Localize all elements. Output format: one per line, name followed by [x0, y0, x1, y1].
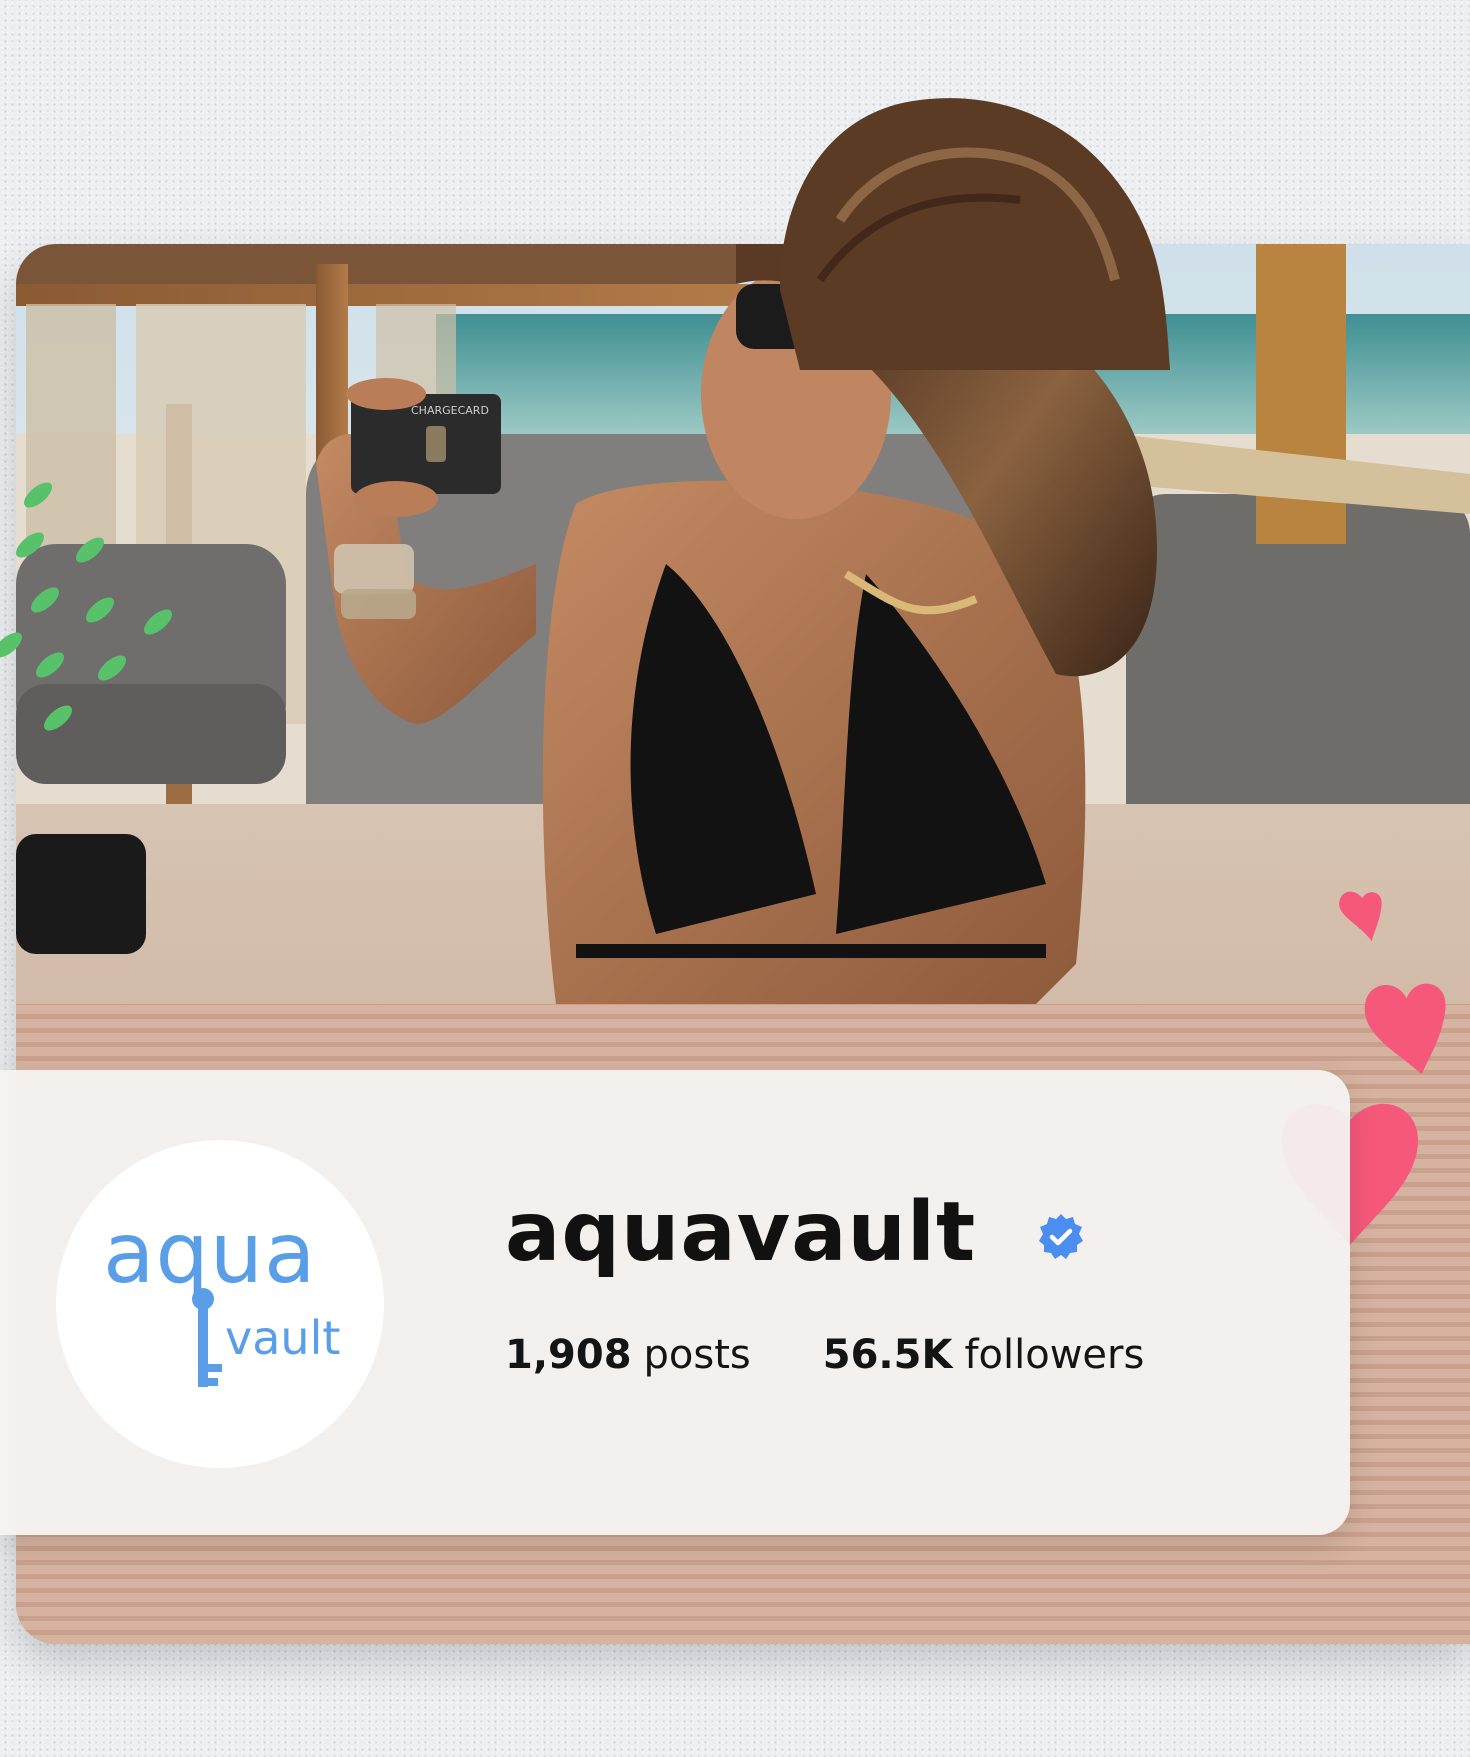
followers-stat[interactable]: 56.5K followers: [823, 1332, 1145, 1378]
followers-count: 56.5K: [822, 1332, 953, 1378]
key-icon: [192, 1288, 222, 1387]
username[interactable]: aquavault: [505, 1185, 976, 1280]
posts-label: posts: [643, 1332, 751, 1378]
verified-badge-icon: [1039, 1213, 1084, 1259]
followers-label: followers: [964, 1332, 1145, 1378]
profile-card: aqua vault aquavault 1,908 posts 56.5K fol…: [0, 1070, 1350, 1535]
svg-text:CHARGECARD: CHARGECARD: [411, 404, 489, 417]
posts-count: 1,908: [505, 1332, 632, 1378]
logo-text-aqua: aqua: [103, 1204, 317, 1302]
hair-overlap-decoration: [780, 98, 1170, 370]
green-dash-decoration: [0, 482, 173, 731]
aqua-vault-logo: aqua vault: [103, 1204, 340, 1387]
posts-stat[interactable]: 1,908 posts: [505, 1332, 751, 1378]
heart-icon: [1364, 983, 1446, 1075]
heart-icon: [1339, 891, 1382, 942]
username-row: aquavault: [505, 1185, 1086, 1280]
profile-stats: 1,908 posts 56.5K followers: [505, 1332, 1144, 1378]
logo-text-vault: vault: [225, 1311, 340, 1365]
avatar[interactable]: aqua vault: [56, 1140, 384, 1468]
